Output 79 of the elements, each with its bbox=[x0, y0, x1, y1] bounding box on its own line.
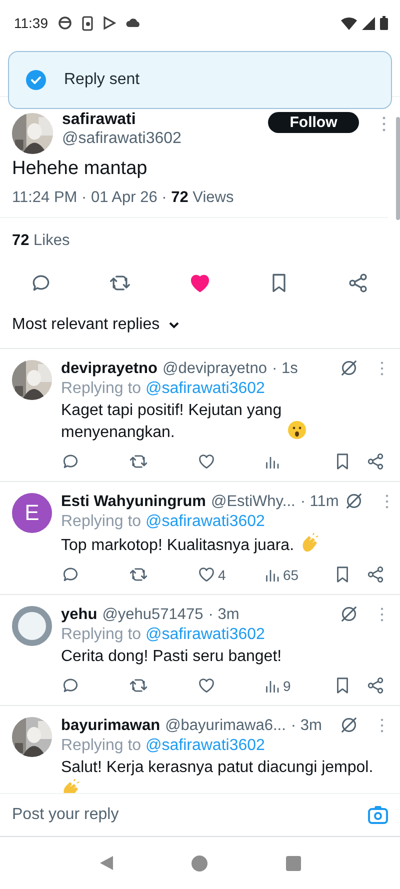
scrollbar[interactable] bbox=[396, 117, 400, 220]
reply-author-name: Esti Wahyuningrum bbox=[61, 492, 206, 510]
reply-text: Salut! Kerja kerasnya patut diacungi jempol. bbox=[61, 758, 374, 778]
like-count: 4 bbox=[218, 566, 226, 582]
surprised-emoji-icon bbox=[287, 420, 308, 440]
reply-author-handle: @bayurimawa6... bbox=[165, 716, 286, 734]
reply-icon[interactable] bbox=[61, 676, 80, 695]
play-store-icon bbox=[103, 16, 116, 30]
reply-author-name: bayurimawan bbox=[61, 716, 160, 734]
camera-icon[interactable] bbox=[368, 806, 388, 824]
signal-icon bbox=[362, 16, 375, 30]
more-icon[interactable] bbox=[382, 116, 386, 132]
mention-link[interactable]: @safirawati3602 bbox=[146, 626, 265, 643]
face-icon bbox=[58, 16, 72, 30]
share-icon[interactable] bbox=[366, 676, 385, 695]
mention-link[interactable]: @safirawati3602 bbox=[146, 737, 265, 754]
heart-icon[interactable] bbox=[188, 272, 210, 294]
share-icon[interactable] bbox=[366, 565, 385, 584]
clapping-hands-icon bbox=[300, 533, 320, 553]
battery-icon bbox=[380, 16, 388, 30]
default-avatar-icon bbox=[12, 606, 52, 646]
repost-icon[interactable] bbox=[129, 452, 148, 471]
toast-message: Reply sent bbox=[64, 71, 140, 89]
slashed-circle-icon[interactable] bbox=[339, 358, 359, 378]
reply-text: Kaget tapi positif! Kejutan yang menyenangkan. bbox=[61, 401, 283, 443]
slashed-circle-icon[interactable] bbox=[339, 604, 359, 624]
replying-to-text: Replying to @safirawati3602 bbox=[61, 625, 266, 645]
views-count: 65 bbox=[283, 566, 299, 582]
share-icon[interactable] bbox=[347, 272, 369, 294]
more-icon[interactable] bbox=[384, 494, 389, 508]
reply-text: Cerita dong! Pasti seru banget! bbox=[61, 647, 283, 667]
likes-count[interactable]: 72 Likes bbox=[0, 218, 400, 250]
post-meta: 11:24 PM · 01 Apr 26 · 72 Views bbox=[0, 181, 388, 218]
reply-author-name: deviprayetno bbox=[61, 358, 158, 378]
replying-to-text: Replying to @safirawati3602 bbox=[61, 736, 266, 756]
heart-icon[interactable] bbox=[197, 565, 216, 584]
wifi-icon bbox=[341, 16, 357, 30]
reply-icon[interactable] bbox=[61, 452, 80, 471]
recents-icon[interactable] bbox=[286, 856, 302, 870]
heart-icon[interactable] bbox=[197, 676, 216, 695]
clapping-hands-icon bbox=[61, 779, 81, 793]
heart-icon[interactable] bbox=[197, 452, 216, 471]
repost-icon[interactable] bbox=[129, 565, 148, 584]
author-name: safirawati bbox=[62, 110, 137, 129]
more-icon[interactable] bbox=[380, 718, 384, 732]
slashed-circle-icon[interactable] bbox=[339, 715, 359, 735]
post-text: Hehehe mantap bbox=[11, 157, 148, 181]
reply-time: · 11m bbox=[300, 492, 339, 510]
reply-author-name: yehu bbox=[61, 604, 98, 624]
home-icon[interactable] bbox=[191, 854, 208, 872]
mention-link[interactable]: @safirawati3602 bbox=[146, 380, 265, 397]
mention-link[interactable]: @safirawati3602 bbox=[146, 513, 265, 530]
replying-to-text: Replying to @safirawati3602 bbox=[61, 512, 266, 532]
more-icon[interactable] bbox=[380, 360, 384, 376]
reply-author-handle: @deviprayetno bbox=[162, 358, 267, 378]
more-icon[interactable] bbox=[380, 606, 384, 622]
slashed-circle-icon[interactable] bbox=[344, 491, 364, 511]
reply-icon[interactable] bbox=[61, 565, 80, 584]
reply-text: Top markotop! Kualitasnya juara. bbox=[61, 536, 296, 556]
views-count: 9 bbox=[283, 678, 291, 694]
reply-time: · 3m bbox=[290, 716, 322, 734]
sort-dropdown[interactable]: Most relevant replies bbox=[0, 294, 400, 349]
chevron-down-icon bbox=[168, 321, 180, 329]
reply-time: · 1s bbox=[272, 358, 298, 378]
reply-input-field[interactable]: Post your reply bbox=[12, 806, 368, 824]
check-circle-icon bbox=[26, 70, 46, 90]
author-handle: @safirawati3602 bbox=[62, 129, 182, 149]
replying-to-text: Replying to @safirawati3602 bbox=[61, 379, 266, 399]
back-icon[interactable] bbox=[98, 855, 114, 871]
status-time: 11:39 bbox=[14, 15, 48, 31]
reply-author-handle: @EstiWhy... bbox=[210, 492, 296, 510]
cloud-icon bbox=[126, 18, 141, 28]
share-icon[interactable] bbox=[366, 452, 385, 471]
repost-icon[interactable] bbox=[129, 676, 148, 695]
follow-button[interactable]: Follow bbox=[268, 112, 359, 133]
reply-time: · 3m bbox=[208, 604, 240, 624]
phone-icon bbox=[82, 16, 93, 30]
avatar-letter: E bbox=[12, 493, 52, 533]
reply-author-handle: @yehu571475 bbox=[102, 604, 204, 624]
